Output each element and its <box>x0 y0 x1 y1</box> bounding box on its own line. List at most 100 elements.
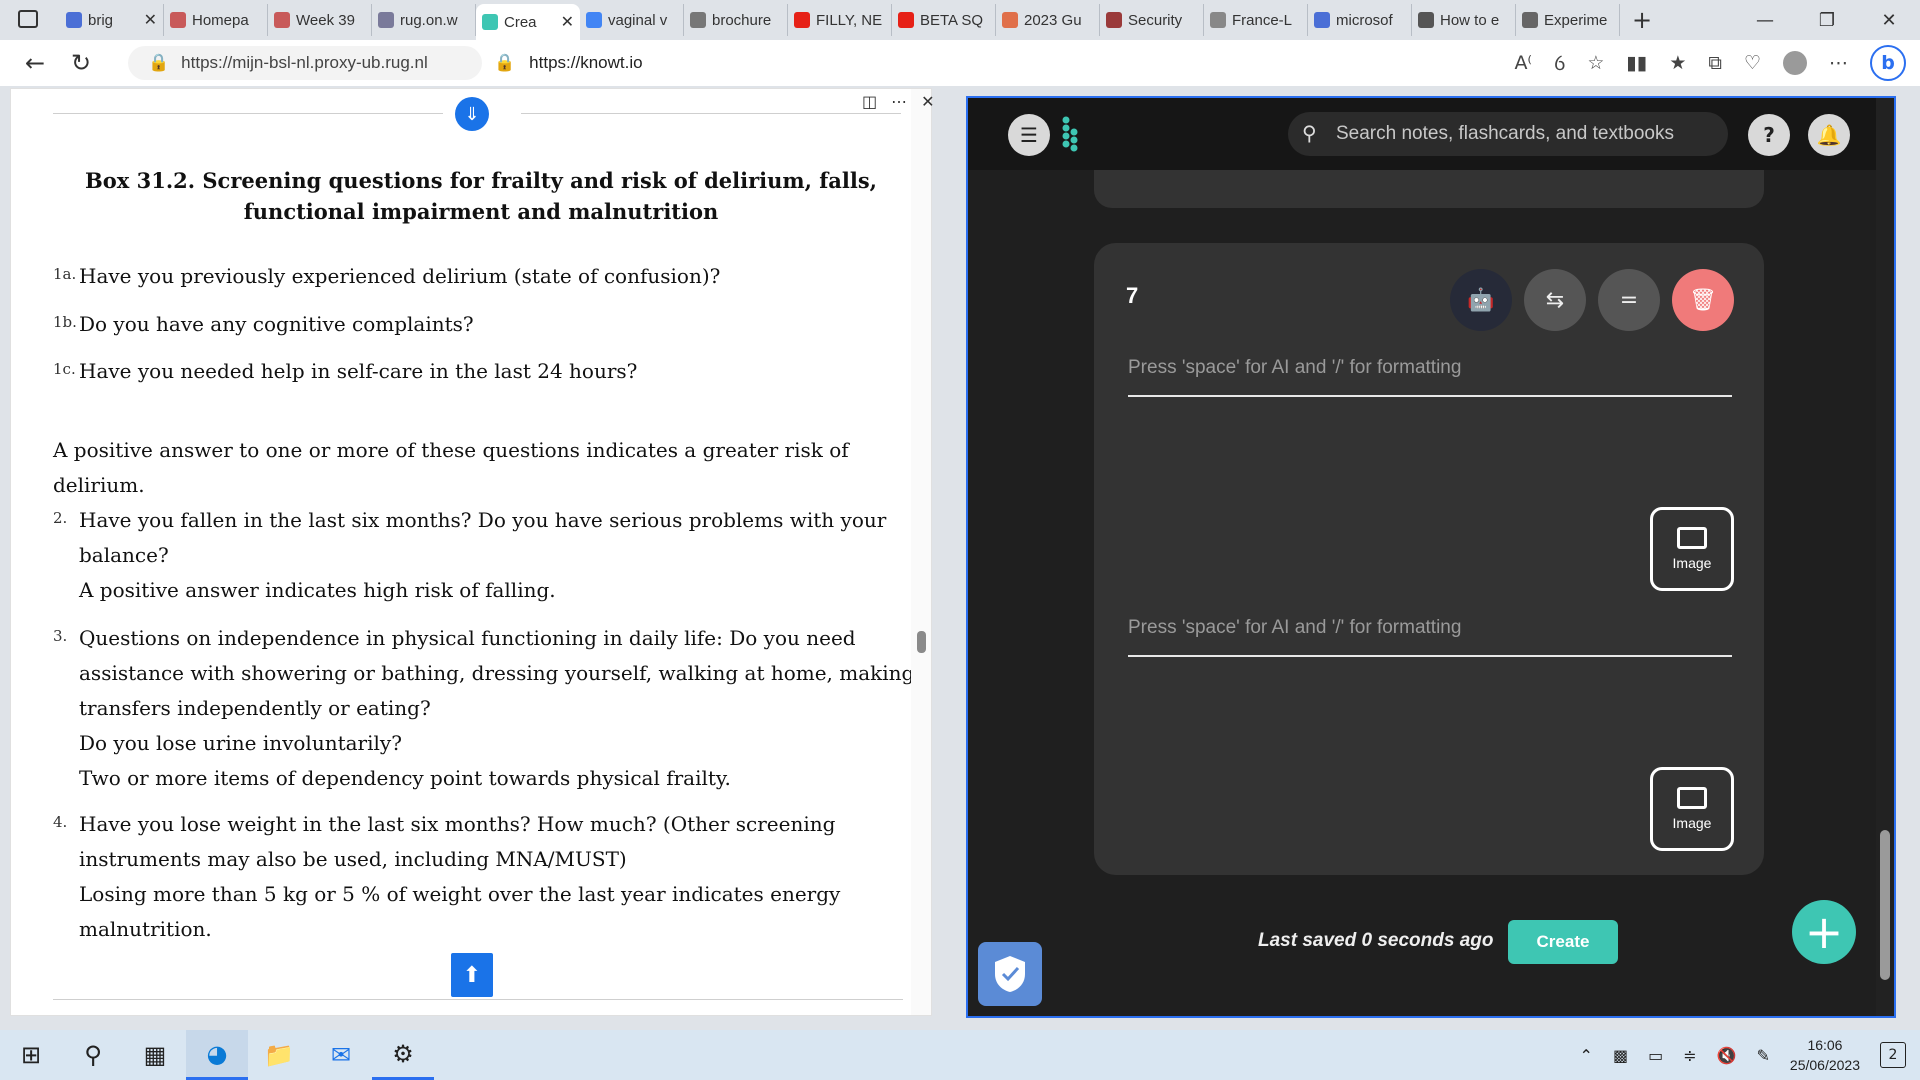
pen-icon[interactable]: ✎ <box>1757 1046 1770 1065</box>
swap-button[interactable]: ⇆ <box>1524 269 1586 331</box>
meet-icon[interactable]: ▩ <box>1613 1046 1628 1065</box>
box-title: Box 31.2. Screening questions for frailt… <box>85 168 877 224</box>
read-aloud-icon[interactable]: A⁽ <box>1514 52 1532 74</box>
wifi-icon[interactable]: ≑ <box>1683 1046 1696 1065</box>
tab-favicon <box>1210 12 1226 28</box>
add-card-button[interactable]: + <box>1792 900 1856 964</box>
tab-favicon <box>1418 12 1434 28</box>
windows-taskbar: ⊞ ⚲ ▦ ◕ 📁 ✉ ⚙ ⌃ ▩ ▭ ≑ 🔇 ✎ 16:06 25/06/20… <box>0 1030 1920 1080</box>
scrollbar-thumb[interactable] <box>917 631 926 653</box>
browser-tab[interactable]: FILLY, NE <box>788 4 892 36</box>
right-pane-url: https://knowt.io <box>529 53 643 72</box>
tab-label: 2023 Gu <box>1024 11 1082 29</box>
translate-icon[interactable]: ỽ <box>1554 50 1565 76</box>
file-explorer-icon[interactable]: 📁 <box>248 1030 310 1080</box>
refresh-button[interactable]: ↻ <box>58 40 104 86</box>
search-icon: ⚲ <box>1302 123 1317 145</box>
chevron-up-icon[interactable]: ⌃ <box>1580 1046 1593 1065</box>
task-view-icon[interactable]: ▦ <box>124 1030 186 1080</box>
new-tab-button[interactable]: + <box>1632 6 1652 34</box>
split-screen-icon[interactable]: ▮▮ <box>1626 52 1647 74</box>
mail-icon[interactable]: ✉ <box>310 1030 372 1080</box>
edge-browser-icon[interactable]: ◕ <box>186 1030 248 1080</box>
favorites-icon[interactable]: ★ <box>1669 52 1686 74</box>
ai-robot-button[interactable]: 🤖 <box>1450 269 1512 331</box>
volume-muted-icon[interactable]: 🔇 <box>1717 1046 1737 1065</box>
browser-tab[interactable]: Homepa <box>164 4 268 36</box>
right-pane-address-bar[interactable]: 🔒 https://knowt.io <box>484 46 1444 80</box>
pane-more-icon[interactable]: ⋯ <box>891 92 907 111</box>
close-tab-icon[interactable]: ✕ <box>561 12 574 32</box>
browser-tab[interactable]: brig ✕ <box>60 4 164 36</box>
document-pane: ⇓ Box 31.2. Screening questions for frai… <box>10 88 932 1016</box>
close-tab-icon[interactable]: ✕ <box>144 10 157 30</box>
term-image-button[interactable]: Image <box>1650 507 1734 591</box>
browser-tab[interactable]: rug.on.w <box>372 4 476 36</box>
settings-gear-icon[interactable]: ⚙ <box>372 1030 434 1080</box>
question-number: 1b. <box>53 313 77 331</box>
tab-actions-icon[interactable] <box>18 10 38 28</box>
document-scrollbar[interactable] <box>911 89 931 1015</box>
minimize-button[interactable]: — <box>1734 0 1796 40</box>
scroll-down-button[interactable]: ⇓ <box>455 97 489 131</box>
search-icon[interactable]: ⚲ <box>62 1030 124 1080</box>
search-input[interactable]: ⚲ Search notes, flashcards, and textbook… <box>1288 112 1728 156</box>
notification-center-icon[interactable]: 2 <box>1880 1042 1906 1068</box>
question-1b: 1b. Do you have any cognitive complaints? <box>53 307 474 342</box>
tab-label: brochure <box>712 11 772 29</box>
tab-label: rug.on.w <box>400 11 458 29</box>
scrollbar-thumb[interactable] <box>1880 830 1890 980</box>
close-window-button[interactable]: ✕ <box>1858 0 1920 40</box>
knowt-logo-icon[interactable] <box>1060 114 1088 154</box>
collections-icon[interactable]: ⧉ <box>1708 52 1722 74</box>
battery-icon[interactable]: ▭ <box>1648 1046 1663 1065</box>
definition-image-button[interactable]: Image <box>1650 767 1734 851</box>
browser-tab[interactable]: How to e <box>1412 4 1516 36</box>
browser-tab[interactable]: 2023 Gu <box>996 4 1100 36</box>
bing-copilot-icon[interactable]: b <box>1870 45 1906 81</box>
scroll-up-button[interactable]: ⬆ <box>451 953 493 997</box>
definition-input[interactable]: Press 'space' for AI and '/' for formatt… <box>1128 601 1732 657</box>
browser-tab[interactable]: France-L <box>1204 4 1308 36</box>
browser-tab[interactable]: BETA SQ <box>892 4 996 36</box>
back-button[interactable]: ← <box>12 40 58 86</box>
browser-tab[interactable]: brochure <box>684 4 788 36</box>
notification-bell-button[interactable]: 🔔 <box>1808 114 1850 156</box>
close-pane-icon[interactable]: ✕ <box>921 92 934 111</box>
divider <box>53 113 443 114</box>
favorite-star-icon[interactable]: ☆ <box>1587 52 1604 74</box>
browser-essentials-icon[interactable]: ♡ <box>1744 52 1761 74</box>
clock[interactable]: 16:06 25/06/2023 <box>1790 1035 1860 1075</box>
browser-tab[interactable]: Crea ✕ <box>476 4 580 40</box>
question-line: A positive answer indicates high risk of… <box>79 578 556 602</box>
create-button[interactable]: Create <box>1508 920 1618 964</box>
profile-avatar-icon[interactable] <box>1783 51 1807 75</box>
address-bar-row: ← ↻ 🔒 https://mijn-bsl-nl.proxy-ub.rug.n… <box>0 40 1920 86</box>
restore-button[interactable]: ❐ <box>1796 0 1858 40</box>
card-number: 7 <box>1126 283 1139 308</box>
term-input[interactable]: Press 'space' for AI and '/' for formatt… <box>1128 341 1732 397</box>
more-options-icon[interactable]: ⋯ <box>1829 52 1848 74</box>
tab-favicon <box>1106 12 1122 28</box>
question-1a: 1a. Have you previously experienced delir… <box>53 259 720 294</box>
browser-tab[interactable]: Experime <box>1516 4 1620 36</box>
browser-tab[interactable]: Security <box>1100 4 1204 36</box>
browser-tab[interactable]: microsof <box>1308 4 1412 36</box>
reorder-button[interactable]: = <box>1598 269 1660 331</box>
browser-tab[interactable]: vaginal v <box>580 4 684 36</box>
browser-tab[interactable]: Week 39 <box>268 4 372 36</box>
question-2: 2. Have you fallen in the last six months… <box>53 503 886 608</box>
question-text: Have you previously experienced delirium… <box>79 264 721 288</box>
definition-placeholder: Press 'space' for AI and '/' for formatt… <box>1128 617 1462 638</box>
split-view-icon[interactable]: ◫ <box>862 92 877 111</box>
question-4: 4. Have you lose weight in the last six m… <box>53 807 840 947</box>
knowt-scrollbar[interactable] <box>1876 98 1894 1016</box>
delete-button[interactable]: 🗑 <box>1672 269 1734 331</box>
help-button[interactable]: ? <box>1748 114 1790 156</box>
left-pane-address-bar[interactable]: 🔒 https://mijn-bsl-nl.proxy-ub.rug.nl <box>128 46 482 80</box>
knowt-pane: ☰ ⚲ Search notes, flashcards, and textbo… <box>966 96 1896 1018</box>
hamburger-menu-button[interactable]: ☰ <box>1008 114 1050 156</box>
question-line: Have you fallen in the last six months? … <box>79 508 887 532</box>
security-shield-icon[interactable] <box>978 942 1042 1006</box>
windows-start-icon[interactable]: ⊞ <box>0 1030 62 1080</box>
